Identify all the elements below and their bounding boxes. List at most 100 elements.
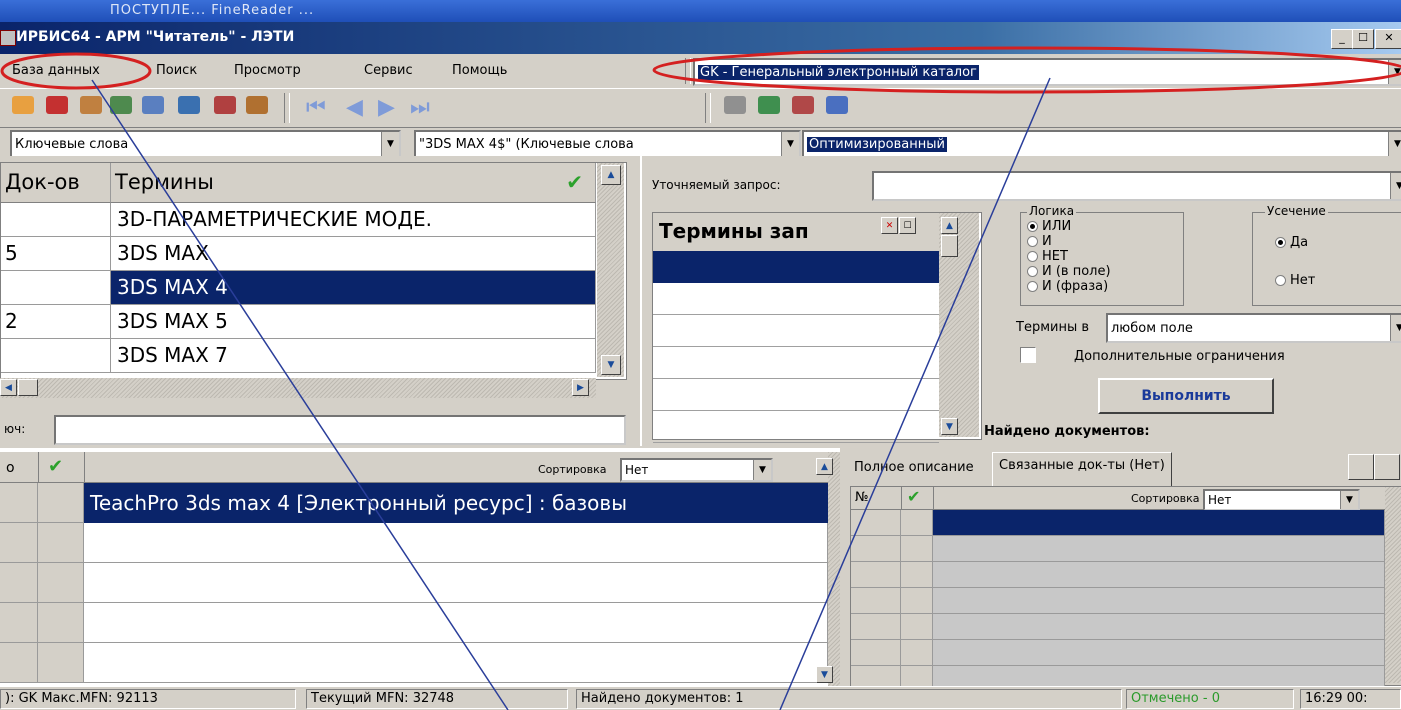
scroll-down-icon[interactable]: ▼	[816, 666, 833, 683]
scroll-right-icon[interactable]: ▶	[572, 379, 589, 396]
related-cell[interactable]	[901, 614, 933, 640]
dict-row-count[interactable]: 5	[1, 237, 111, 271]
logic-option[interactable]: ИЛИ	[1027, 219, 1111, 234]
related-cell[interactable]	[851, 536, 901, 562]
radio-icon[interactable]	[1027, 281, 1038, 292]
checkmark-icon[interactable]: ✔	[907, 487, 920, 506]
related-cell[interactable]	[933, 510, 1385, 536]
book-icon[interactable]	[246, 96, 268, 114]
document2-icon[interactable]	[1374, 454, 1400, 480]
results-cell[interactable]	[0, 603, 38, 643]
results-cell[interactable]	[38, 563, 84, 603]
results-cell[interactable]	[84, 643, 828, 683]
search-method-select[interactable]: Оптимизированный ▼	[802, 130, 1401, 158]
dict-row-term[interactable]: 3DS MAX	[111, 237, 596, 271]
related-cell[interactable]	[851, 640, 901, 666]
dict-row-count[interactable]	[1, 339, 111, 373]
chevron-down-icon[interactable]: ▼	[381, 132, 399, 156]
results-sort-select[interactable]: Нет ▼	[620, 458, 773, 482]
title-bar[interactable]: ИРБИС64 - АРМ "Читатель" - ЛЭТИ _ ☐ ✕	[0, 22, 1401, 54]
chevron-down-icon[interactable]: ▼	[1388, 132, 1401, 156]
document-icon[interactable]	[1348, 454, 1374, 480]
results-cell[interactable]	[0, 523, 38, 563]
results-cell[interactable]	[38, 483, 84, 523]
related-cell[interactable]	[851, 614, 901, 640]
database-select[interactable]: GK - Генеральный электронный каталог ▼	[693, 58, 1401, 86]
dict-row-term[interactable]: 3D-ПАРАМЕТРИЧЕСКИЕ МОДЕ.	[111, 203, 596, 237]
taskbar-text[interactable]: ПОСТУПЛЕ... FineReader ...	[110, 3, 314, 18]
radio-icon[interactable]	[1275, 237, 1286, 248]
window-icon[interactable]	[142, 96, 164, 114]
checkmark-icon[interactable]: ✔	[48, 456, 63, 477]
search-term-select[interactable]: "3DS MAX 4$" (Ключевые слова ▼	[414, 130, 801, 158]
minimize-button[interactable]: _	[1331, 29, 1353, 49]
results-cell[interactable]	[38, 643, 84, 683]
restore-icon[interactable]: ☐	[899, 217, 916, 234]
scroll-thumb[interactable]	[941, 235, 958, 257]
chevron-down-icon[interactable]: ▼	[781, 132, 799, 156]
results-cell[interactable]	[0, 563, 38, 603]
related-vscroll[interactable]	[1385, 487, 1401, 683]
related-cell[interactable]	[851, 562, 901, 588]
extra-checkbox[interactable]	[1020, 347, 1036, 363]
chevron-down-icon[interactable]: ▼	[753, 460, 771, 480]
dictionary-vscroll[interactable]: ▲ ▼	[597, 163, 624, 377]
refine-query-select[interactable]: ▼	[872, 171, 1401, 201]
related-sort-select[interactable]: Нет ▼	[1203, 489, 1360, 511]
tree-icon[interactable]	[178, 96, 200, 114]
print-icon[interactable]	[724, 96, 746, 114]
results-cell[interactable]	[84, 603, 828, 643]
query-term-row[interactable]	[653, 315, 939, 347]
dictionary-hscroll[interactable]: ◀ ▶	[0, 378, 596, 398]
results-cell[interactable]	[38, 603, 84, 643]
scroll-down-icon[interactable]: ▼	[941, 418, 958, 435]
mail-icon[interactable]	[80, 96, 102, 114]
results-cell[interactable]	[0, 643, 38, 683]
edit-icon[interactable]	[826, 96, 848, 114]
dict-row-term[interactable]: 3DS MAX 7	[111, 339, 596, 373]
related-cell[interactable]	[901, 562, 933, 588]
related-cell[interactable]	[933, 562, 1385, 588]
dict-row-count[interactable]	[1, 203, 111, 237]
results-first-row[interactable]: TeachPro 3ds max 4 [Электронный ресурс] …	[84, 483, 828, 523]
delete-icon[interactable]	[46, 96, 68, 114]
close-button[interactable]: ✕	[1375, 29, 1401, 49]
radio-icon[interactable]	[1027, 251, 1038, 262]
logic-option[interactable]: И	[1027, 234, 1111, 249]
results-cell[interactable]	[0, 483, 38, 523]
radio-icon[interactable]	[1275, 275, 1286, 286]
query-term-row[interactable]	[653, 283, 939, 315]
last-record-icon[interactable]: ⏭	[410, 95, 430, 120]
prev-record-icon[interactable]: ◀	[346, 95, 363, 120]
dict-row-count[interactable]	[1, 271, 111, 305]
related-cell[interactable]	[901, 510, 933, 536]
terms-in-select[interactable]: любом поле ▼	[1106, 313, 1401, 343]
related-cell[interactable]	[851, 588, 901, 614]
chevron-down-icon[interactable]: ▼	[1390, 173, 1401, 199]
truncation-yes[interactable]: Да	[1275, 235, 1308, 250]
logic-option[interactable]: НЕТ	[1027, 249, 1111, 264]
chevron-down-icon[interactable]: ▼	[1340, 491, 1358, 509]
report-icon[interactable]	[214, 96, 236, 114]
truncation-no[interactable]: Нет	[1275, 273, 1315, 288]
query-term-row[interactable]	[653, 411, 939, 443]
related-col-num[interactable]: №	[855, 490, 869, 505]
menu-item-search[interactable]: Поиск	[156, 63, 197, 78]
header-terms[interactable]: Термины ✔	[111, 163, 596, 203]
related-cell[interactable]	[933, 640, 1385, 666]
close-icon[interactable]: ✕	[881, 217, 898, 234]
tab-full-description[interactable]: Полное описание	[850, 456, 978, 487]
dict-row-count[interactable]: 2	[1, 305, 111, 339]
scroll-up-icon[interactable]: ▲	[601, 165, 621, 185]
tab-related-docs[interactable]: Связанные док-ты (Нет)	[992, 452, 1172, 488]
related-cell[interactable]	[933, 588, 1385, 614]
results-vscroll[interactable]	[828, 452, 840, 688]
dict-row-term[interactable]: 3DS MAX 5	[111, 305, 596, 339]
export-icon[interactable]	[758, 96, 780, 114]
related-cell[interactable]	[933, 614, 1385, 640]
results-cell[interactable]	[38, 523, 84, 563]
results-cell[interactable]	[84, 563, 828, 603]
chevron-down-icon[interactable]: ▼	[1388, 60, 1401, 84]
related-cell[interactable]	[901, 536, 933, 562]
radio-icon[interactable]	[1027, 266, 1038, 277]
